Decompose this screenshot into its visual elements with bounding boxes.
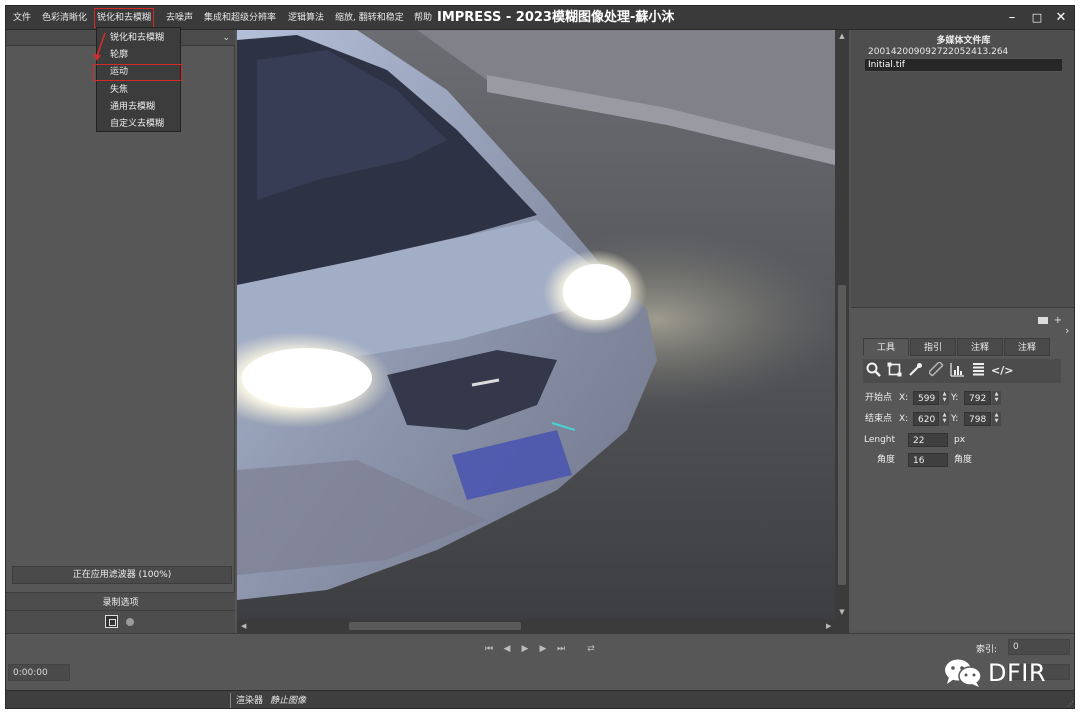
angle-label: 角度 <box>877 455 896 465</box>
dropdown-item-generic-deblur[interactable]: 通用去模糊 <box>97 99 180 116</box>
watermark-text: DFIR <box>988 659 1047 687</box>
end-x-label: X: <box>899 414 909 424</box>
length-label: Lenght <box>864 435 896 445</box>
angle-unit: 角度 <box>954 455 973 465</box>
media-library: 多媒体文件库 20014200909272205241​3.264 Initia… <box>851 30 1074 308</box>
app-window: 文件 色彩清晰化 锐化和去模糊 去噪声 集成和超级分辨率 逻辑算法 缩放, 翻转… <box>5 5 1075 709</box>
start-x-label: X: <box>899 393 909 403</box>
tab-annotation-2[interactable]: 注释 <box>1004 338 1050 356</box>
scroll-up-icon[interactable]: ▲ <box>835 32 849 40</box>
first-frame-icon[interactable]: ⏮ <box>482 642 496 656</box>
menu-help[interactable]: 帮助 <box>414 6 432 30</box>
maximize-button[interactable]: □ <box>1026 6 1048 30</box>
render-mode: 静止图像 <box>270 696 307 706</box>
tab-annotation[interactable]: 注释 <box>957 338 1003 356</box>
media-file-list: 20014200909272205241​3.264 Initial.tif <box>865 46 1062 72</box>
add-media-button[interactable]: + <box>1054 315 1062 326</box>
length-value: 22 <box>908 433 948 447</box>
start-y-stepper[interactable]: ▲ ▼ <box>992 391 1001 405</box>
timecode-display: 0:00:00 <box>8 664 70 681</box>
right-panel: 多媒体文件库 20014200909272205241​3.264 Initia… <box>851 30 1074 630</box>
vertical-scrollbar[interactable]: ▲ ▼ <box>835 30 849 619</box>
end-y-stepper[interactable]: ▲ ▼ <box>992 412 1001 426</box>
status-divider <box>230 693 231 708</box>
car-image <box>237 30 847 619</box>
end-y-input[interactable]: 798 <box>964 412 991 426</box>
menu-zoom-flip[interactable]: 缩放, 翻转和稳定 <box>335 6 404 30</box>
folder-icon[interactable] <box>1037 316 1048 324</box>
measure-toolbar: </> <box>863 359 1061 383</box>
resize-grip-icon[interactable]: ⋰ <box>1067 700 1074 708</box>
scroll-down-icon[interactable]: ▼ <box>835 608 849 616</box>
end-y-label: Y: <box>951 414 959 424</box>
watermark: DFIR <box>943 658 1046 688</box>
horizontal-scrollbar[interactable]: ◀ ▶ <box>237 619 849 633</box>
playback-area: ⏮ ◀ ▶ ▶ ⏭ ⇄ 0:00:00 索引: 0 DFIR <box>6 633 1074 690</box>
tab-tools[interactable]: 工具 <box>863 338 909 356</box>
ruler-icon[interactable] <box>928 361 945 379</box>
prev-frame-icon[interactable]: ◀ <box>500 642 514 656</box>
record-options-title: 录制选项 <box>6 595 235 611</box>
annotation-arrow-icon <box>93 32 106 61</box>
last-frame-icon[interactable]: ⏭ <box>554 642 568 656</box>
end-point-label: 结束点 <box>865 414 893 424</box>
start-x-input[interactable]: 599 <box>913 391 939 405</box>
start-y-input[interactable]: 792 <box>964 391 991 405</box>
filter-status: 正在应用滤波器 (100%) <box>12 566 232 584</box>
minimize-button[interactable]: – <box>1001 6 1023 30</box>
record-options: 录制选项 <box>6 592 235 634</box>
app-title: IMPRESS - 2023模糊图像处理-蘇小沐 <box>437 10 675 25</box>
library-actions: + <box>1037 315 1062 326</box>
next-frame-icon[interactable]: ▶ <box>536 642 550 656</box>
record-dot-icon[interactable] <box>126 618 134 626</box>
index-input[interactable]: 0 <box>1008 639 1070 655</box>
eyedropper-icon[interactable] <box>907 362 924 379</box>
media-library-title: 多媒体文件库 <box>936 36 991 46</box>
end-x-stepper[interactable]: ▲ ▼ <box>940 412 949 426</box>
play-icon[interactable]: ▶ <box>518 642 532 656</box>
status-bar: 渲染器 静止图像 ⋰ <box>6 690 1074 708</box>
tab-guide[interactable]: 指引 <box>910 338 956 356</box>
horizontal-scroll-thumb[interactable] <box>349 622 521 630</box>
snapshot-button[interactable] <box>105 615 118 628</box>
code-icon[interactable]: </> <box>991 362 1013 379</box>
image-viewer[interactable]: ▲ ▼ ◀ ▶ <box>237 30 849 633</box>
chevron-down-icon: ⌄ <box>222 33 230 43</box>
start-y-label: Y: <box>951 393 959 403</box>
length-unit: px <box>954 435 966 445</box>
angle-value: 16 <box>908 453 948 467</box>
index-label: 索引: <box>976 645 998 655</box>
wechat-icon <box>945 659 982 687</box>
renderer-label: 渲染器 <box>236 696 264 706</box>
media-file-item[interactable]: 20014200909272205241​3.264 <box>865 46 1062 59</box>
end-x-input[interactable]: 620 <box>913 412 939 426</box>
media-file-item-selected[interactable]: Initial.tif <box>865 59 1062 72</box>
zoom-icon[interactable] <box>865 362 882 379</box>
dropdown-item-custom-deblur[interactable]: 自定义去模糊 <box>97 116 180 133</box>
panel-expand-icon[interactable]: › <box>1065 324 1069 337</box>
dropdown-item-defocus[interactable]: 失焦 <box>97 82 180 99</box>
lines-icon[interactable] <box>970 362 987 379</box>
menu-integrate-superres[interactable]: 集成和超级分辨率 <box>204 6 276 30</box>
tools-panel: 工具 指引 注释 注释 </> 开始点 X: 599 ▲ ▼ Y: 792 ▲ … <box>851 334 1074 630</box>
dropdown-item-motion[interactable]: 运动 <box>93 64 182 81</box>
scroll-right-icon[interactable]: ▶ <box>826 619 831 633</box>
start-x-stepper[interactable]: ▲ ▼ <box>940 391 949 405</box>
menu-color-sharpen[interactable]: 色彩清晰化 <box>42 6 87 30</box>
vertical-scroll-thumb[interactable] <box>838 285 846 585</box>
menu-logic[interactable]: 逻辑算法 <box>288 6 324 30</box>
loop-icon[interactable]: ⇄ <box>584 642 598 656</box>
scroll-left-icon[interactable]: ◀ <box>241 619 246 633</box>
start-point-label: 开始点 <box>865 393 893 403</box>
menu-file[interactable]: 文件 <box>13 6 31 30</box>
crop-icon[interactable] <box>886 362 903 379</box>
histogram-icon[interactable] <box>949 362 966 379</box>
close-button[interactable]: ✕ <box>1050 6 1072 30</box>
